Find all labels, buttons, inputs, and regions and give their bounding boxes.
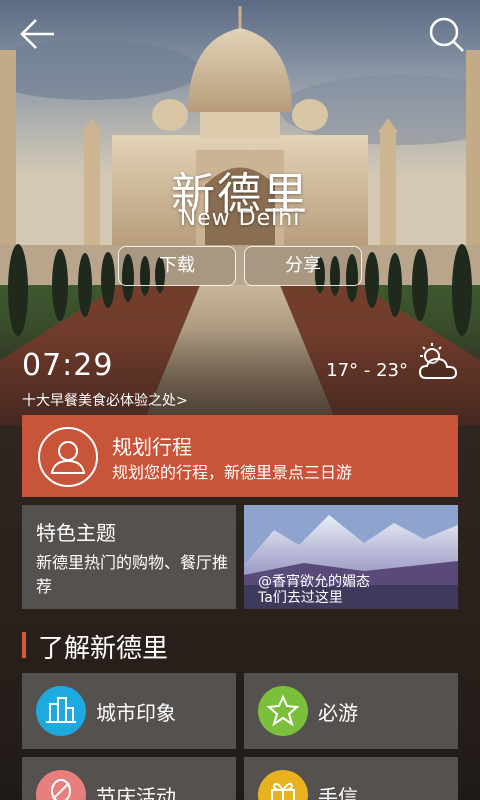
back-arrow-icon <box>20 19 54 49</box>
section-title: 了解新德里 <box>38 634 169 664</box>
photo-caption: Ta们去过这里 <box>258 590 343 606</box>
section-accent-bar <box>22 632 26 658</box>
temperature-range: 17° - 23° <box>326 360 408 381</box>
food-guide-link[interactable]: 十大早餐美食必体验之处> <box>22 390 188 410</box>
city-buildings-icon <box>36 686 86 736</box>
share-button[interactable]: 分享 <box>244 246 362 286</box>
featured-themes-card[interactable]: 特色主题 新德里热门的购物、餐厅推荐 <box>22 505 236 609</box>
tile-festivals[interactable]: 节庆活动 <box>22 757 236 800</box>
tile-must-visit[interactable]: 必游 <box>244 673 458 749</box>
theme-card-subtitle: 新德里热门的购物、餐厅推荐 <box>36 553 229 596</box>
user-profile-icon <box>38 427 98 487</box>
search-button[interactable] <box>426 14 466 54</box>
user-photo-card[interactable]: @香宵欲允的媚态 Ta们去过这里 <box>244 505 458 609</box>
download-button[interactable]: 下载 <box>118 246 236 286</box>
plan-card-title: 规划行程 <box>112 435 192 459</box>
city-name-english: New Delhi <box>179 206 301 231</box>
partly-cloudy-icon <box>416 342 460 382</box>
tile-souvenirs[interactable]: 手信 <box>244 757 458 800</box>
tile-city-impression[interactable]: 城市印象 <box>22 673 236 749</box>
back-button[interactable] <box>18 14 58 54</box>
tile-label: 节庆活动 <box>96 785 176 800</box>
tile-label: 手信 <box>318 785 358 800</box>
plan-itinerary-card[interactable]: 规划行程 规划您的行程，新德里景点三日游 <box>22 415 458 497</box>
tile-label: 城市印象 <box>96 701 176 725</box>
tile-label: 必游 <box>318 701 358 725</box>
balloon-icon <box>36 770 86 800</box>
gift-icon <box>258 770 308 800</box>
plan-card-subtitle: 规划您的行程，新德里景点三日游 <box>112 463 353 482</box>
star-badge-icon <box>258 686 308 736</box>
search-icon <box>429 17 464 52</box>
local-time: 07:29 <box>22 348 114 383</box>
theme-card-title: 特色主题 <box>36 521 116 545</box>
